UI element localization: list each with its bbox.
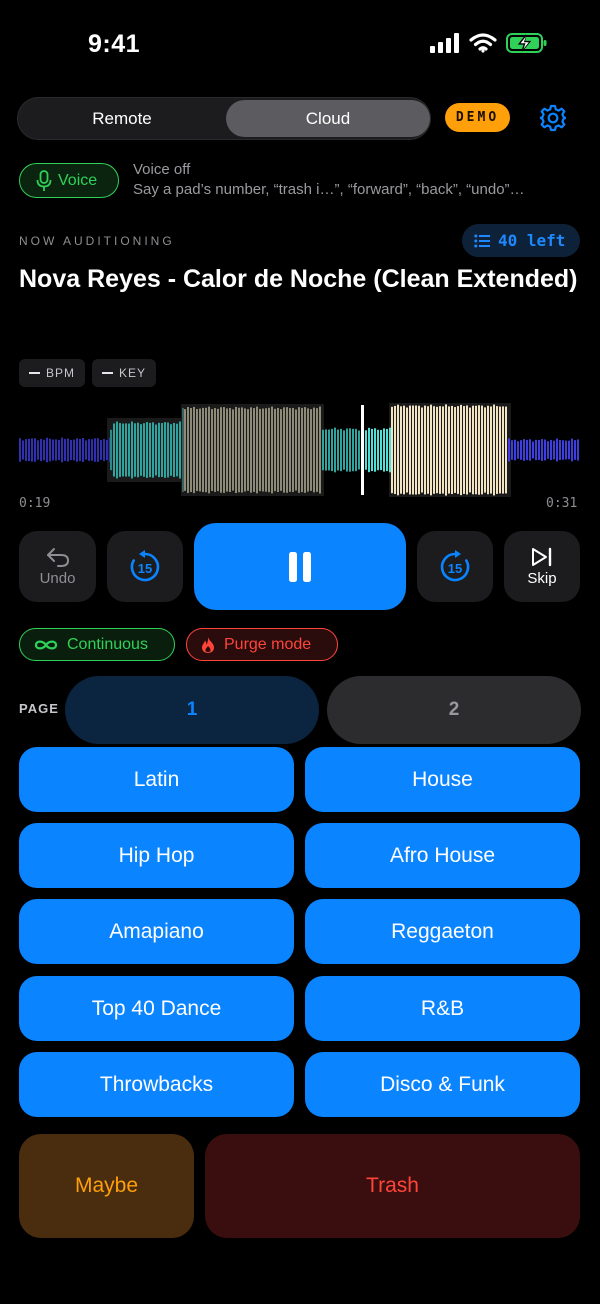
pad-disco-funk[interactable]: Disco & Funk [305, 1052, 580, 1117]
signal-icon [430, 33, 459, 53]
pad-top-40-dance[interactable]: Top 40 Dance [19, 976, 294, 1041]
waveform-playhead[interactable] [361, 405, 364, 495]
rewind-15-icon: 15 [130, 549, 160, 581]
forward-15-icon: 15 [440, 549, 470, 581]
queue-remaining-label: 40 left [498, 231, 566, 250]
pad-rnb[interactable]: R&B [305, 976, 580, 1041]
status-time: 9:41 [88, 30, 141, 58]
continuous-label: Continuous [67, 635, 148, 653]
trash-button[interactable]: Trash [205, 1134, 580, 1238]
key-label: KEY [119, 366, 147, 380]
maybe-button[interactable]: Maybe [19, 1134, 194, 1238]
wifi-icon [469, 33, 497, 53]
now-auditioning-label: NOW AUDITIONING [19, 234, 175, 248]
play-pause-button[interactable] [194, 523, 406, 610]
list-icon [474, 234, 490, 247]
rewind-seconds: 15 [138, 561, 152, 576]
page-2-button[interactable]: 2 [327, 676, 581, 744]
segment-cloud[interactable]: Cloud [226, 100, 430, 137]
pad-throwbacks[interactable]: Throwbacks [19, 1052, 294, 1117]
infinity-icon [34, 640, 58, 649]
key-chip: KEY [92, 359, 157, 387]
pad-afro-house[interactable]: Afro House [305, 823, 580, 888]
skip-label: Skip [527, 569, 557, 587]
pad-latin[interactable]: Latin [19, 747, 294, 812]
forward-seconds: 15 [448, 561, 462, 576]
status-icons [430, 32, 548, 54]
forward-15-button[interactable]: 15 [417, 531, 493, 602]
page-1-button[interactable]: 1 [65, 676, 319, 744]
gear-icon[interactable] [539, 104, 567, 132]
purge-mode-toggle[interactable]: Purge mode [186, 628, 338, 661]
pad-amapiano[interactable]: Amapiano [19, 899, 294, 964]
waveform-bars [19, 403, 579, 497]
page-label: PAGE [19, 701, 59, 716]
microphone-icon [36, 169, 52, 191]
voice-button-label: Voice [58, 171, 98, 189]
total-time: 0:31 [546, 496, 578, 511]
waveform-scrubber[interactable] [19, 400, 580, 500]
elapsed-time: 0:19 [19, 496, 51, 511]
undo-button[interactable]: Undo [19, 531, 96, 602]
queue-remaining-button[interactable]: 40 left [462, 224, 580, 257]
undo-icon [46, 547, 69, 567]
pad-reggaeton[interactable]: Reggaeton [305, 899, 580, 964]
pad-hip-hop[interactable]: Hip Hop [19, 823, 294, 888]
rewind-15-button[interactable]: 15 [107, 531, 183, 602]
source-segmented-control: Remote Cloud [17, 97, 431, 140]
pause-icon [289, 551, 311, 582]
voice-toggle-button[interactable]: Voice [19, 163, 119, 198]
segment-remote[interactable]: Remote [20, 100, 224, 137]
bpm-placeholder-dash [29, 372, 40, 374]
flame-icon [202, 636, 214, 653]
bpm-label: BPM [46, 366, 76, 380]
skip-icon [532, 547, 552, 566]
purge-label: Purge mode [224, 635, 312, 653]
undo-label: Undo [39, 569, 76, 587]
bpm-chip: BPM [19, 359, 86, 387]
voice-status: Voice off [133, 161, 191, 178]
battery-charging-icon [506, 33, 547, 53]
demo-badge: DEMO [445, 103, 510, 132]
track-title: Nova Reyes - Calor de Noche (Clean Exten… [19, 265, 578, 293]
continuous-mode-toggle[interactable]: Continuous [19, 628, 175, 661]
pad-house[interactable]: House [305, 747, 580, 812]
skip-button[interactable]: Skip [504, 531, 580, 602]
voice-help-text: Say a pad’s number, “trash i…”, “forward… [133, 181, 525, 198]
status-bar: 9:41 [0, 0, 600, 90]
key-placeholder-dash [102, 372, 113, 374]
